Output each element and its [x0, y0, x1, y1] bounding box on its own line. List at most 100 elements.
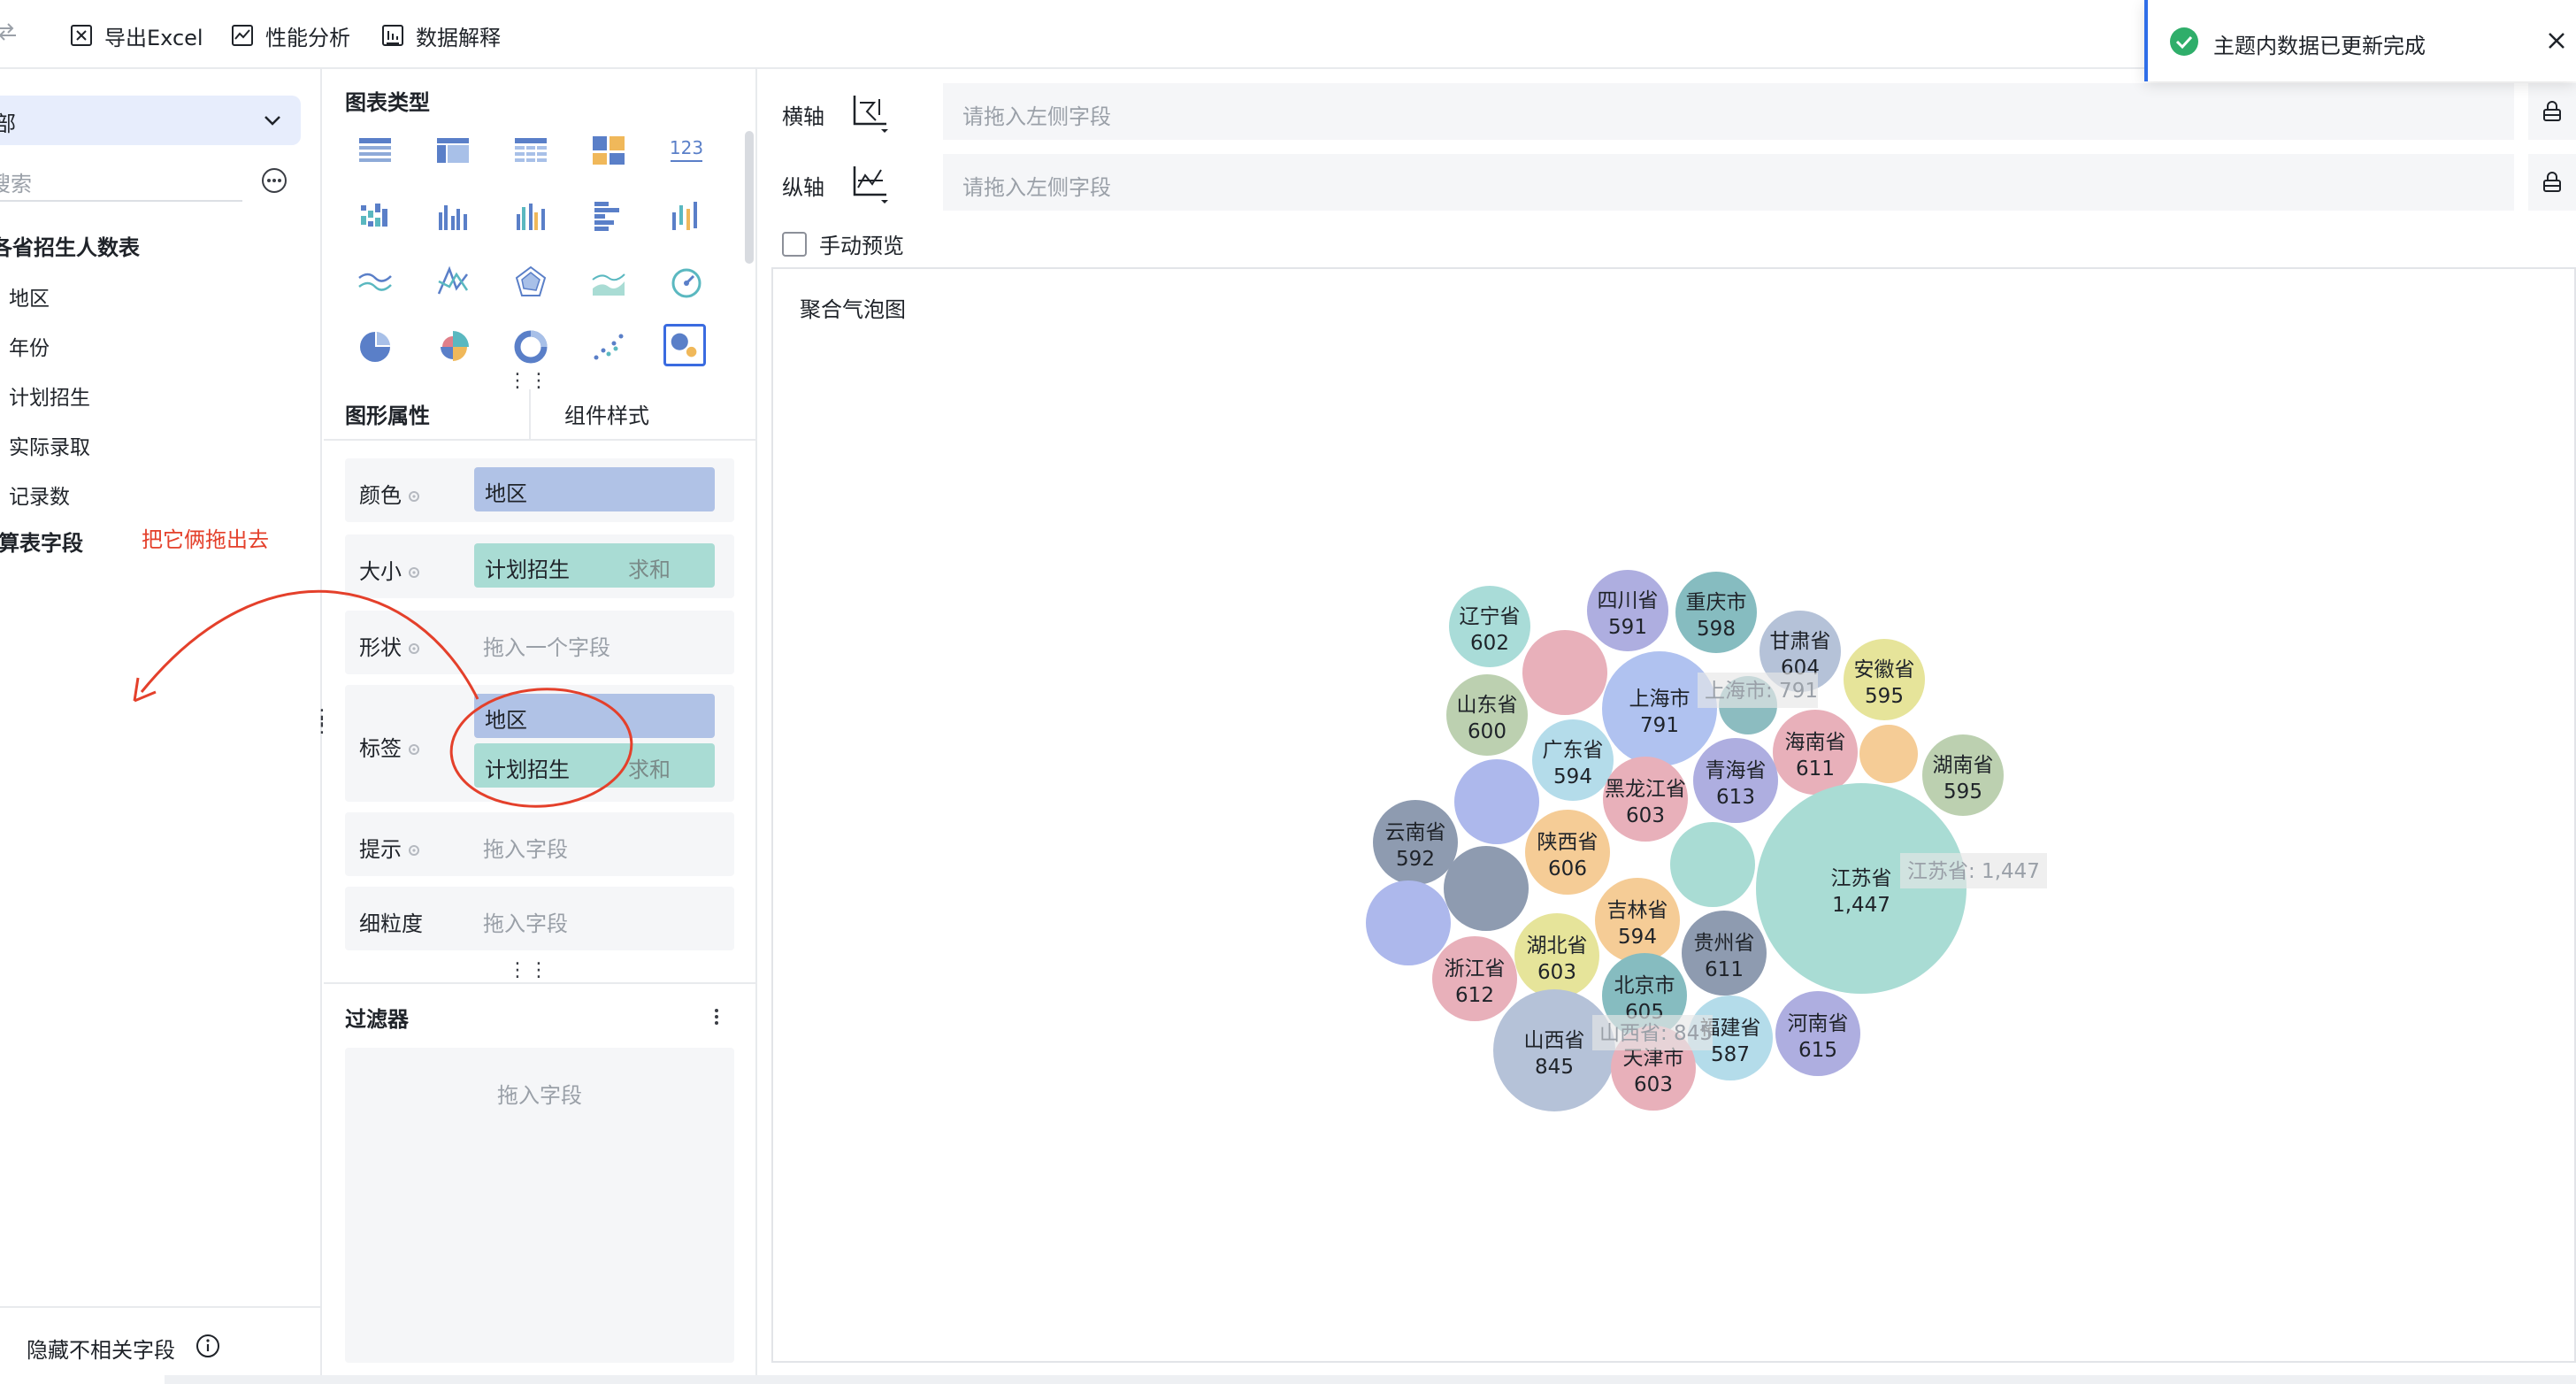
tab-graphic-properties[interactable]: 图形属性	[345, 398, 430, 429]
chart-type-scrollbar[interactable]	[745, 131, 754, 264]
manual-preview-toggle[interactable]: 手动预览	[782, 228, 904, 259]
table-name[interactable]: 各省招生人数表	[0, 230, 140, 261]
bubble-label-name: 贵州省	[1694, 932, 1755, 955]
bubble-label-name: 湖北省	[1527, 934, 1588, 957]
gear-icon[interactable]	[405, 842, 423, 859]
chevron-down-icon	[264, 116, 280, 126]
scatter-chart-icon[interactable]	[587, 326, 630, 368]
multi-line-chart-icon[interactable]	[432, 260, 474, 303]
bubble-label-name: 上海市	[1629, 688, 1690, 711]
dashboard-block-icon[interactable]	[587, 129, 630, 172]
gear-icon[interactable]	[405, 564, 423, 581]
x-axis-dropzone[interactable]: 请拖入左侧字段	[943, 83, 2514, 140]
tooltip-property-label: 提示	[359, 832, 423, 863]
shape-field-dropzone[interactable]: 拖入一个字段	[483, 630, 610, 661]
label-property-row: 标签 地区 计划招生 求和	[345, 685, 734, 802]
y-axis-dropzone[interactable]: 请拖入左侧字段	[943, 154, 2514, 211]
bubble[interactable]	[1522, 630, 1607, 715]
bubble-label-name: 黑龙江省	[1605, 778, 1686, 801]
bubble-label-value: 600	[1468, 720, 1506, 743]
bubble-label-value: 603	[1626, 804, 1665, 827]
calc-fields-group[interactable]: 计算表字段	[0, 526, 83, 557]
hide-irrelevant-fields-row[interactable]: 隐藏不相关字段	[0, 1306, 322, 1384]
redo-icon[interactable]	[0, 19, 19, 44]
dataset-select[interactable]: 部	[0, 96, 301, 145]
cross-table-icon[interactable]	[432, 129, 474, 172]
panel-resize-handle-icon[interactable]: ⋮ ⋮	[311, 708, 334, 740]
x-axis-sort-icon[interactable]	[847, 88, 893, 135]
dataset-value: 部	[0, 111, 16, 136]
manual-preview-label: 手动预览	[819, 234, 904, 258]
field-item[interactable]: 地区	[9, 281, 50, 311]
bubble[interactable]	[1454, 759, 1539, 844]
label-aggregation[interactable]: 求和	[628, 752, 671, 783]
x-axis-settings-button[interactable]	[2528, 83, 2576, 140]
app-root: 导出Excel 性能分析 数据解释 部 搜索 各省招生人数表 地区 年份 计划招…	[0, 0, 2576, 1384]
size-property-row: 大小 计划招生 求和	[345, 534, 734, 598]
area-chart-icon[interactable]	[587, 260, 630, 303]
pie-chart-icon[interactable]	[354, 326, 396, 368]
tab-component-style[interactable]: 组件样式	[564, 398, 649, 429]
rose-chart-icon[interactable]	[432, 326, 474, 368]
drag-handle-icon[interactable]: ⋮⋮	[508, 961, 548, 982]
export-excel-button[interactable]: 导出Excel	[69, 18, 203, 53]
bubble[interactable]	[1444, 846, 1529, 931]
performance-analysis-button[interactable]: 性能分析	[230, 18, 350, 53]
svg-text:123: 123	[670, 137, 703, 158]
y-axis-label: 纵轴	[782, 175, 824, 200]
gear-icon[interactable]	[405, 640, 423, 657]
field-item[interactable]: 计划招生	[9, 381, 90, 411]
bubble[interactable]	[1670, 822, 1755, 907]
y-axis-sort-icon[interactable]	[847, 159, 893, 205]
bubble-label-value: 615	[1798, 1039, 1837, 1062]
bar-chart-icon[interactable]	[587, 195, 630, 237]
bottom-scrollbar[interactable]	[165, 1375, 2576, 1384]
detail-table-icon[interactable]	[510, 129, 552, 172]
multi-column-chart-icon[interactable]	[510, 195, 552, 237]
bubble[interactable]	[1366, 880, 1451, 965]
tooltip-field-dropzone[interactable]: 拖入字段	[483, 832, 568, 863]
field-item[interactable]: 年份	[9, 331, 50, 361]
gauge-chart-icon[interactable]	[665, 260, 708, 303]
radar-chart-icon[interactable]	[510, 260, 552, 303]
size-aggregation[interactable]: 求和	[628, 552, 671, 583]
field-item[interactable]: 记录数	[9, 480, 70, 510]
column-chart-icon[interactable]	[432, 195, 474, 237]
filter-menu-icon[interactable]	[709, 1005, 724, 1028]
config-tabs: 图形属性 组件样式	[324, 389, 757, 441]
more-options-icon[interactable]	[260, 166, 288, 195]
bubble-label-name: 四川省	[1598, 589, 1659, 612]
info-icon[interactable]	[195, 1333, 221, 1359]
gear-icon[interactable]	[405, 488, 423, 505]
y-axis-row: 纵轴 请拖入左侧字段	[771, 154, 2576, 211]
filter-dropzone[interactable]: 拖入字段	[345, 1048, 734, 1363]
donut-chart-icon[interactable]	[510, 326, 552, 368]
data-explain-button[interactable]: 数据解释	[380, 18, 501, 53]
analysis-icon	[232, 25, 253, 46]
hover-label-text: 江苏省: 1,447	[1907, 860, 2040, 883]
bubble-label-name: 安徽省	[1854, 658, 1915, 681]
shape-property-label: 形状	[359, 630, 423, 661]
manual-preview-checkbox[interactable]	[782, 231, 807, 257]
field-item[interactable]: 实际录取	[9, 430, 90, 460]
gear-icon[interactable]	[405, 741, 423, 758]
color-field-pill[interactable]: 地区	[474, 467, 715, 511]
kpi-number-icon[interactable]: 123	[665, 129, 708, 172]
size-field-pill[interactable]: 计划招生 求和	[474, 543, 715, 588]
field-search-input[interactable]: 搜索	[0, 161, 242, 202]
bubble-chart-icon[interactable]	[663, 324, 706, 366]
granularity-field-dropzone[interactable]: 拖入字段	[483, 906, 568, 937]
bubble-chart[interactable]: 辽宁省602四川省591重庆市598甘肃省604 安徽省595上海市791山东省6…	[773, 269, 2574, 1361]
label-field-pill-region[interactable]: 地区	[474, 694, 715, 738]
grouped-dot-icon[interactable]	[354, 195, 396, 237]
bubble[interactable]	[1859, 725, 1918, 783]
chart-type-title: 图表类型	[345, 90, 430, 115]
label-field-pill-plan[interactable]: 计划招生 求和	[474, 743, 715, 788]
bubble-label-name: 甘肃省	[1770, 630, 1831, 653]
y-axis-settings-button[interactable]	[2528, 154, 2576, 211]
range-column-icon[interactable]	[665, 195, 708, 237]
close-icon[interactable]	[2544, 28, 2569, 53]
bubble-label-name: 重庆市	[1686, 591, 1747, 614]
line-chart-icon[interactable]	[354, 260, 396, 303]
table-chart-icon[interactable]	[354, 129, 396, 172]
